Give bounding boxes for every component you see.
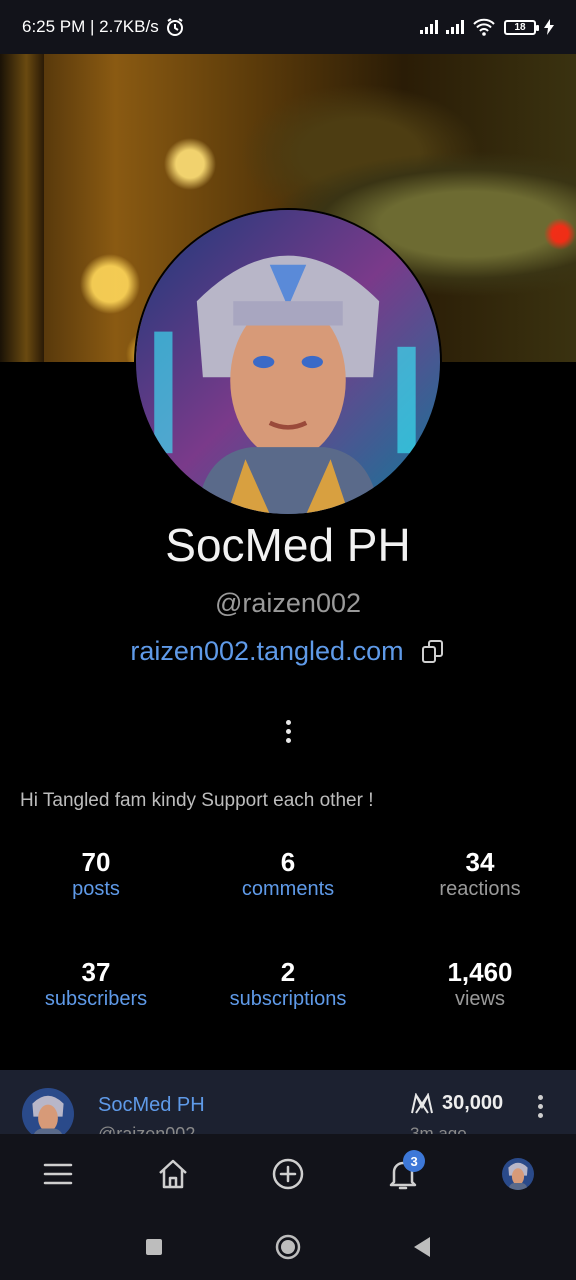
- stat-comments[interactable]: 6 comments: [192, 846, 384, 900]
- nav-profile[interactable]: [488, 1144, 548, 1204]
- home-button[interactable]: [221, 1234, 355, 1260]
- nav-home[interactable]: [143, 1144, 203, 1204]
- stats-row-1: 70 posts 6 comments 34 reactions: [0, 846, 576, 900]
- back-triangle-icon: [414, 1237, 430, 1257]
- display-name: SocMed PH: [165, 519, 411, 571]
- post-timestamp: 3m ago: [410, 1124, 467, 1134]
- post-author-avatar[interactable]: [22, 1088, 74, 1134]
- tangled-coin-icon: [411, 1092, 433, 1114]
- stat-subscriptions[interactable]: 2 subscriptions: [192, 956, 384, 1010]
- profile-avatar[interactable]: [134, 208, 442, 516]
- post-coins: 30,000: [410, 1092, 503, 1115]
- status-bar: 6:25 PM | 2.7KB/s 18: [0, 0, 576, 54]
- notification-badge: 3: [403, 1150, 426, 1172]
- more-options-button[interactable]: [276, 716, 300, 746]
- status-time-speed: 6:25 PM | 2.7KB/s: [22, 17, 159, 36]
- charging-icon: [544, 19, 554, 35]
- bottom-nav: 3: [0, 1134, 576, 1214]
- menu-icon: [43, 1163, 72, 1185]
- nav-menu[interactable]: [28, 1144, 88, 1204]
- username-handle: @raizen002: [215, 588, 361, 618]
- signal-icon: [420, 20, 438, 34]
- post-author-name[interactable]: SocMed PH: [98, 1094, 205, 1117]
- stat-reactions: 34 reactions: [439, 847, 521, 900]
- post-more-button[interactable]: [534, 1092, 546, 1120]
- profile-site-link[interactable]: raizen002.tangled.com: [130, 636, 403, 667]
- stat-views: 1,460 views: [447, 957, 513, 1010]
- copy-icon[interactable]: [420, 639, 446, 665]
- add-icon: [272, 1158, 304, 1190]
- signal-icon-2: [446, 20, 464, 34]
- nav-profile-avatar: [502, 1158, 535, 1190]
- battery-icon: 18: [504, 19, 539, 35]
- nav-notifications[interactable]: 3: [373, 1144, 433, 1204]
- post-author-handle: @raizen002: [98, 1124, 196, 1134]
- wifi-icon: [473, 18, 495, 36]
- post-card[interactable]: SocMed PH @raizen002 30,000 3m ago: [0, 1070, 576, 1134]
- nav-create-post[interactable]: [258, 1144, 318, 1204]
- system-nav-bar: [0, 1214, 576, 1280]
- stat-subscribers[interactable]: 37 subscribers: [0, 956, 192, 1010]
- profile-bio: Hi Tangled fam kindy Support each other …: [20, 790, 374, 811]
- home-icon: [158, 1159, 187, 1189]
- circle-icon: [275, 1234, 301, 1260]
- stat-posts[interactable]: 70 posts: [0, 846, 192, 900]
- square-icon: [146, 1239, 162, 1255]
- back-button[interactable]: [355, 1236, 489, 1258]
- stats-row-2: 37 subscribers 2 subscriptions 1,460 vie…: [0, 956, 576, 1010]
- recents-button[interactable]: [87, 1238, 221, 1256]
- alarm-icon: [166, 18, 183, 36]
